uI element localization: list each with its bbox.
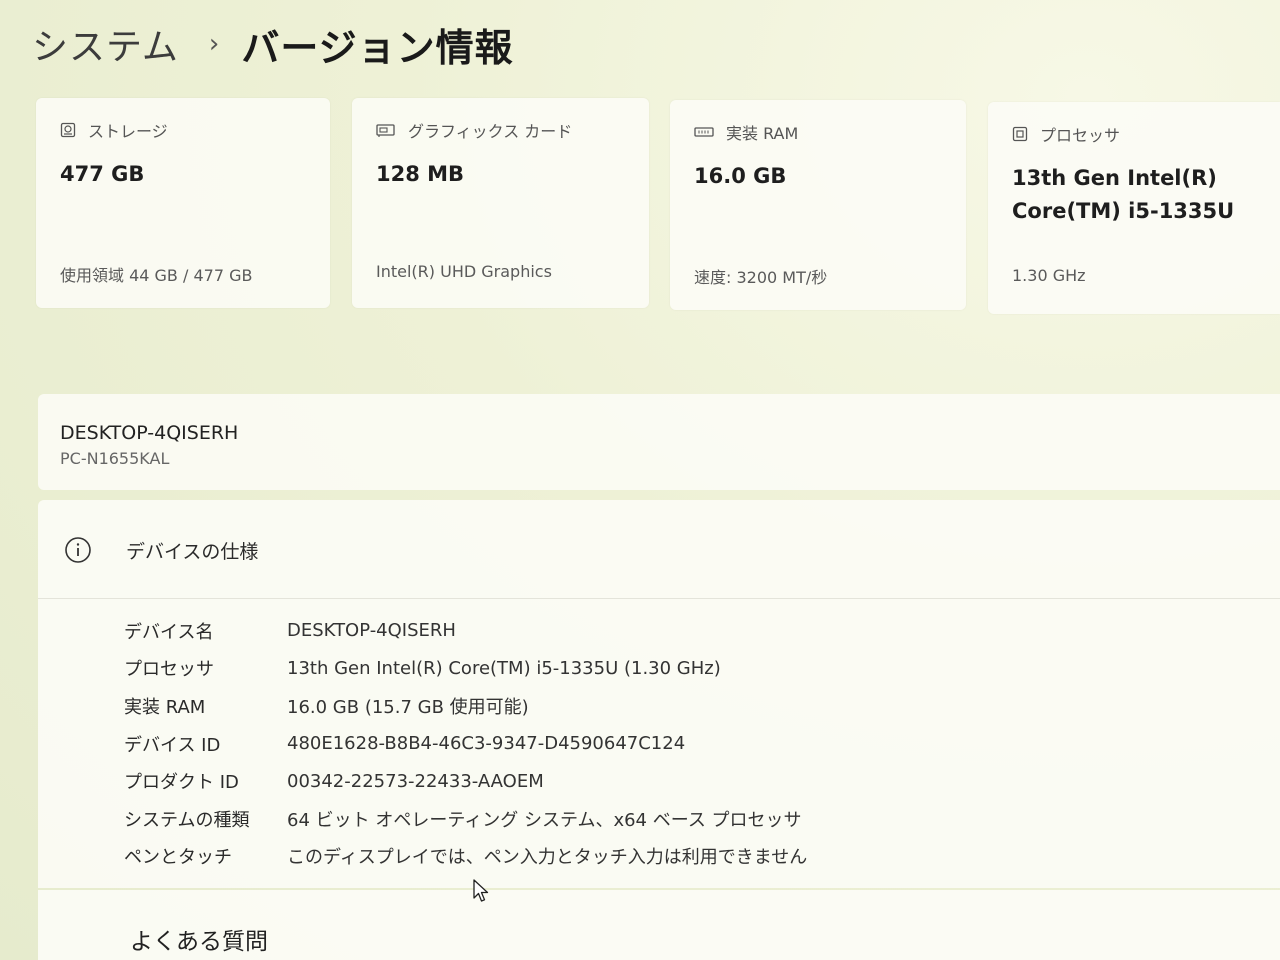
device-specs-section: デバイスの仕様 デバイス名 DESKTOP-4QISERH プロセッサ 13th… — [38, 500, 1280, 888]
spec-row-device-name: デバイス名 DESKTOP-4QISERH — [124, 612, 807, 650]
spec-label: 実装 RAM — [124, 696, 206, 718]
spec-value: 16.0 GB (15.7 GB 使用可能) — [287, 696, 529, 718]
device-model: PC-N1655KAL — [60, 449, 170, 468]
card-ram[interactable]: 実装 RAM 16.0 GB 速度: 3200 MT/秒 — [670, 100, 966, 310]
card-value: 13th Gen Intel(R) Core(TM) i5-1335U — [1012, 162, 1234, 228]
spec-row-system-type: システムの種類 64 ビット オペレーティング システム、x64 ベース プロセ… — [124, 800, 807, 838]
spec-label: デバイス ID — [124, 734, 221, 756]
card-header: グラフィックス カード — [376, 118, 572, 142]
spec-label: システムの種類 — [124, 809, 250, 831]
processor-icon — [1012, 126, 1028, 142]
spec-value: 64 ビット オペレーティング システム、x64 ベース プロセッサ — [287, 809, 802, 831]
faq-section: よくある質問 — [38, 890, 1280, 960]
card-value: 477 GB — [60, 162, 145, 186]
card-label: ストレージ — [88, 122, 168, 141]
card-storage[interactable]: ストレージ 477 GB 使用領域 44 GB / 477 GB — [36, 98, 330, 308]
card-detail: Intel(R) UHD Graphics — [376, 262, 552, 281]
spec-label: プロダクト ID — [124, 772, 239, 794]
card-label: 実装 RAM — [726, 124, 799, 143]
graphics-card-icon — [376, 122, 396, 138]
spec-row-ram: 実装 RAM 16.0 GB (15.7 GB 使用可能) — [124, 687, 807, 725]
mouse-cursor-icon — [472, 878, 490, 904]
spec-row-product-id: プロダクト ID 00342-22573-22433-AAOEM — [124, 762, 807, 800]
page-title: バージョン情報 — [241, 25, 514, 70]
spec-value: 13th Gen Intel(R) Core(TM) i5-1335U (1.3… — [287, 657, 721, 679]
card-value: 16.0 GB — [694, 164, 787, 188]
spec-value: このディスプレイでは、ペン入力とタッチ入力は利用できません — [287, 847, 808, 869]
ram-icon — [694, 124, 714, 140]
spec-label: デバイス名 — [124, 621, 214, 643]
card-value-line: Core(TM) i5-1335U — [1012, 199, 1235, 223]
breadcrumb: システム › バージョン情報 — [32, 14, 514, 74]
device-specs-header[interactable]: デバイスの仕様 — [64, 536, 258, 564]
spec-value: 480E1628-B8B4-46C3-9347-D4590647C124 — [287, 733, 686, 755]
divider — [38, 598, 1280, 599]
spec-label: プロセッサ — [124, 659, 214, 681]
spec-row-device-id: デバイス ID 480E1628-B8B4-46C3-9347-D4590647… — [124, 725, 807, 763]
spec-label: ペンとタッチ — [124, 847, 232, 869]
card-label: グラフィックス カード — [408, 122, 573, 141]
card-detail: 1.30 GHz — [1012, 266, 1086, 285]
card-detail: 速度: 3200 MT/秒 — [694, 268, 828, 287]
spec-value: DESKTOP-4QISERH — [287, 620, 456, 642]
breadcrumb-separator: › — [208, 29, 220, 59]
storage-icon — [60, 122, 76, 138]
device-name: DESKTOP-4QISERH — [60, 422, 239, 444]
card-header: ストレージ — [60, 118, 168, 142]
card-header: 実装 RAM — [694, 120, 798, 144]
card-label: プロセッサ — [1040, 126, 1121, 145]
faq-title[interactable]: よくある質問 — [130, 922, 268, 956]
device-specs-title: デバイスの仕様 — [126, 540, 259, 563]
card-value: 128 MB — [376, 162, 465, 186]
breadcrumb-parent-system[interactable]: システム — [32, 18, 179, 70]
device-name-panel: DESKTOP-4QISERH PC-N1655KAL — [38, 394, 1280, 490]
card-graphics[interactable]: グラフィックス カード 128 MB Intel(R) UHD Graphics — [352, 98, 649, 308]
card-value-line: 13th Gen Intel(R) — [1012, 166, 1217, 190]
card-header: プロセッサ — [1012, 122, 1120, 146]
card-processor[interactable]: プロセッサ 13th Gen Intel(R) Core(TM) i5-1335… — [988, 102, 1280, 314]
spec-value: 00342-22573-22433-AAOEM — [287, 770, 544, 792]
info-icon — [64, 536, 92, 564]
spec-row-processor: プロセッサ 13th Gen Intel(R) Core(TM) i5-1335… — [124, 650, 807, 688]
spec-list: デバイス名 DESKTOP-4QISERH プロセッサ 13th Gen Int… — [124, 612, 807, 875]
card-detail: 使用領域 44 GB / 477 GB — [60, 266, 253, 285]
spec-row-pen-touch: ペンとタッチ このディスプレイでは、ペン入力とタッチ入力は利用できません — [124, 838, 807, 876]
